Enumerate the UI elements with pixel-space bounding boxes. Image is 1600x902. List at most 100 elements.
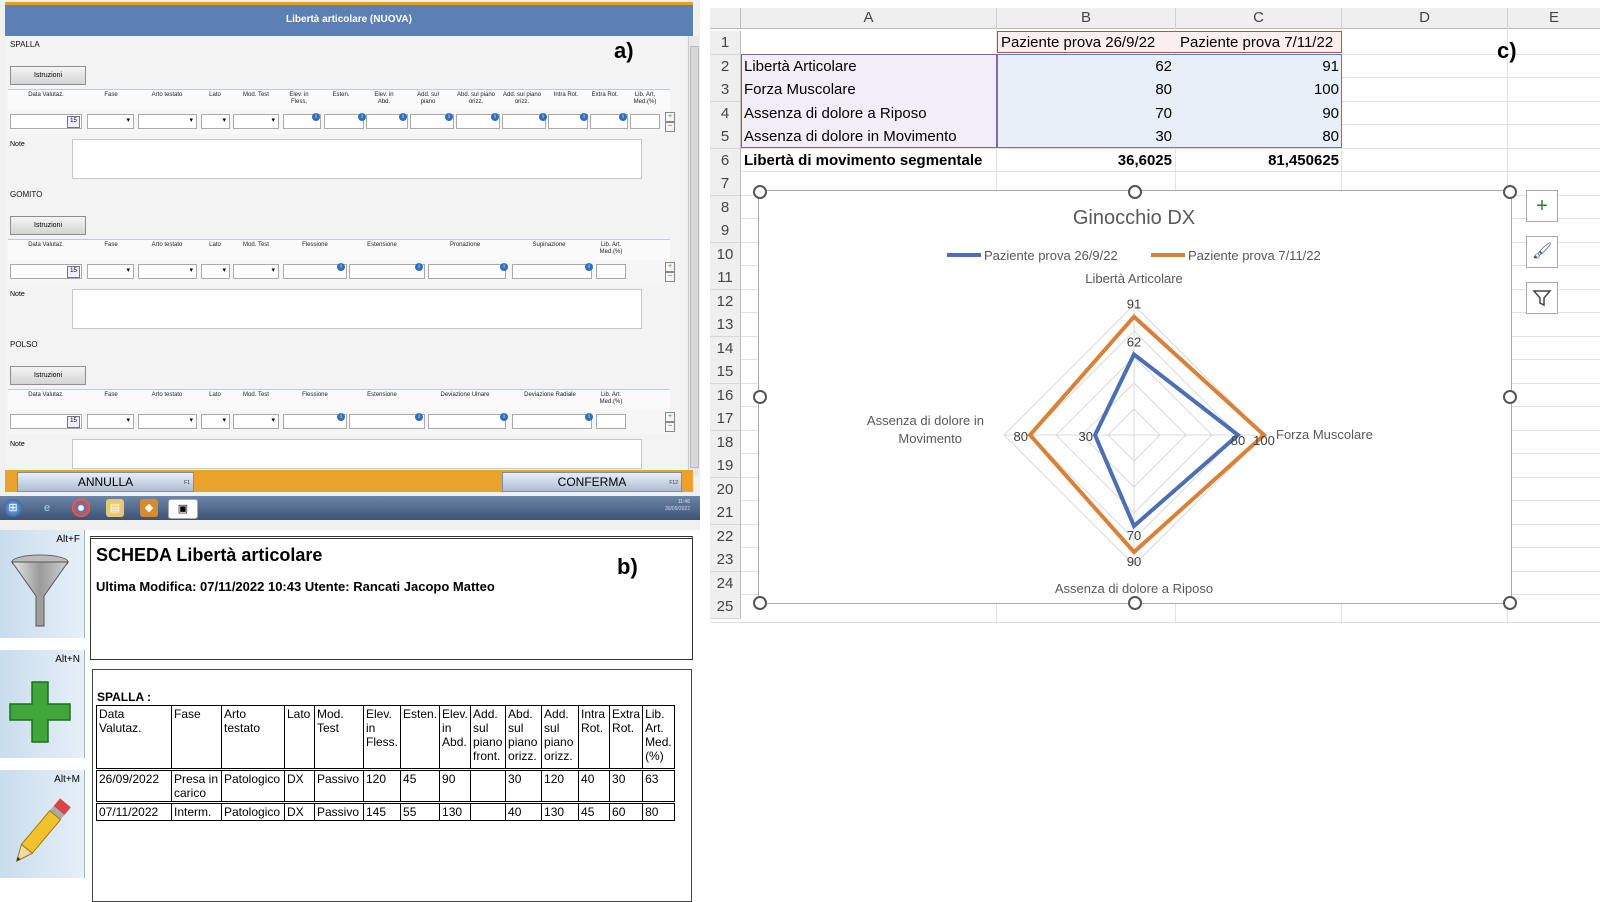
resize-handle[interactable]: [753, 596, 767, 610]
info-icon[interactable]: i: [491, 113, 499, 121]
calendar-icon[interactable]: 15: [67, 416, 80, 428]
app-window-icon[interactable]: ▣: [168, 499, 198, 519]
value-input[interactable]: [428, 264, 506, 279]
cell-c3[interactable]: 100: [1180, 78, 1339, 101]
value-input[interactable]: [428, 414, 506, 429]
arto-select[interactable]: [138, 264, 197, 279]
chrome-icon[interactable]: [72, 499, 90, 517]
info-icon[interactable]: i: [619, 113, 627, 121]
resize-handle[interactable]: [1128, 185, 1142, 199]
date-input[interactable]: 15: [10, 414, 82, 429]
fase-select[interactable]: [87, 114, 134, 129]
info-icon[interactable]: i: [358, 113, 366, 121]
resize-handle[interactable]: [753, 390, 767, 404]
row-header[interactable]: 10: [710, 243, 741, 267]
resize-handle[interactable]: [1503, 390, 1517, 404]
modify-button[interactable]: Alt+M: [0, 770, 85, 878]
chart-filters-button[interactable]: [1526, 282, 1558, 314]
info-icon[interactable]: i: [312, 113, 320, 121]
row-header[interactable]: 7: [710, 172, 741, 196]
row-header[interactable]: 14: [710, 337, 741, 361]
cell-b3[interactable]: 80: [1000, 78, 1172, 101]
info-icon[interactable]: i: [539, 113, 547, 121]
cell-b5[interactable]: 30: [1000, 125, 1172, 148]
row-header[interactable]: 24: [710, 572, 741, 596]
cell-b2[interactable]: 62: [1000, 55, 1172, 78]
resize-handle[interactable]: [1503, 185, 1517, 199]
row-header[interactable]: 21: [710, 501, 741, 525]
row-header[interactable]: 18: [710, 431, 741, 455]
value-input[interactable]: [349, 264, 425, 279]
column-header-a[interactable]: A: [741, 8, 997, 29]
chart-styles-button[interactable]: 🖌: [1526, 236, 1558, 268]
chart-elements-button[interactable]: +: [1526, 190, 1558, 222]
istruzioni-button[interactable]: Istruzioni: [10, 66, 86, 85]
info-icon[interactable]: i: [585, 413, 593, 421]
note-textarea[interactable]: [72, 139, 642, 179]
row-header[interactable]: 3: [710, 78, 741, 102]
conferma-button[interactable]: CONFERMA F12: [502, 472, 682, 492]
calendar-icon[interactable]: 15: [67, 116, 80, 128]
start-button-icon[interactable]: ⊞: [4, 499, 22, 517]
cell-a2[interactable]: Libertà Articolare: [744, 55, 994, 78]
column-header-b[interactable]: B: [997, 8, 1176, 29]
row-header[interactable]: 9: [710, 219, 741, 243]
info-icon[interactable]: i: [500, 413, 508, 421]
resize-handle[interactable]: [1503, 596, 1517, 610]
value-input[interactable]: [512, 414, 592, 429]
value-input[interactable]: [349, 414, 425, 429]
modtest-select[interactable]: [233, 414, 279, 429]
note-textarea[interactable]: [72, 289, 642, 329]
date-input[interactable]: 15: [10, 114, 82, 129]
row-header[interactable]: 25: [710, 595, 741, 619]
cell-c1[interactable]: Paziente prova 7/11/22: [1180, 31, 1342, 54]
modtest-select[interactable]: [233, 114, 279, 129]
cell-c4[interactable]: 90: [1180, 102, 1339, 125]
package-icon[interactable]: ◆: [140, 499, 158, 517]
modtest-select[interactable]: [233, 264, 279, 279]
info-icon[interactable]: i: [337, 413, 345, 421]
value-input[interactable]: [630, 114, 660, 129]
date-input[interactable]: 15: [10, 264, 82, 279]
column-header-d[interactable]: D: [1342, 8, 1508, 29]
istruzioni-button[interactable]: Istruzioni: [10, 366, 86, 385]
scrollbar-thumb[interactable]: [690, 46, 699, 468]
info-icon[interactable]: i: [415, 413, 423, 421]
info-icon[interactable]: i: [415, 263, 423, 271]
arto-select[interactable]: [138, 414, 197, 429]
info-icon[interactable]: i: [580, 113, 588, 121]
istruzioni-button[interactable]: Istruzioni: [10, 216, 86, 235]
info-icon[interactable]: i: [500, 263, 508, 271]
row-header[interactable]: 22: [710, 525, 741, 549]
column-header-c[interactable]: C: [1176, 8, 1342, 29]
cell-c5[interactable]: 80: [1180, 125, 1339, 148]
row-header[interactable]: 20: [710, 478, 741, 502]
cell-b4[interactable]: 70: [1000, 102, 1172, 125]
select-all-corner[interactable]: [710, 8, 741, 29]
remove-row-icon[interactable]: −: [665, 422, 675, 432]
cell-b6[interactable]: 36,6025: [1000, 149, 1172, 172]
cell-a5[interactable]: Assenza di dolore in Movimento: [744, 125, 994, 148]
row-header[interactable]: 19: [710, 454, 741, 478]
lato-select[interactable]: [201, 414, 230, 429]
row-header[interactable]: 2: [710, 55, 741, 79]
row-header[interactable]: 12: [710, 290, 741, 314]
annulla-button[interactable]: ANNULLA F1: [17, 472, 194, 492]
internet-explorer-icon[interactable]: e: [38, 499, 56, 517]
cell-a3[interactable]: Forza Muscolare: [744, 78, 994, 101]
calendar-icon[interactable]: 15: [67, 266, 80, 278]
radar-chart[interactable]: Ginocchio DX Paziente prova 26/9/22 Pazien…: [758, 190, 1512, 604]
row-header[interactable]: 4: [710, 102, 741, 126]
row-header[interactable]: 5: [710, 125, 741, 149]
row-header[interactable]: 17: [710, 407, 741, 431]
info-icon[interactable]: i: [337, 263, 345, 271]
info-icon[interactable]: i: [399, 113, 407, 121]
row-header[interactable]: 8: [710, 196, 741, 220]
add-row-icon[interactable]: +: [665, 262, 675, 272]
row-header[interactable]: 6: [710, 149, 741, 173]
value-input[interactable]: [512, 264, 592, 279]
add-row-icon[interactable]: +: [665, 412, 675, 422]
value-input[interactable]: [596, 264, 626, 279]
cell-a6[interactable]: Libertà di movimento segmentale: [744, 149, 996, 172]
add-row-icon[interactable]: +: [665, 112, 675, 122]
